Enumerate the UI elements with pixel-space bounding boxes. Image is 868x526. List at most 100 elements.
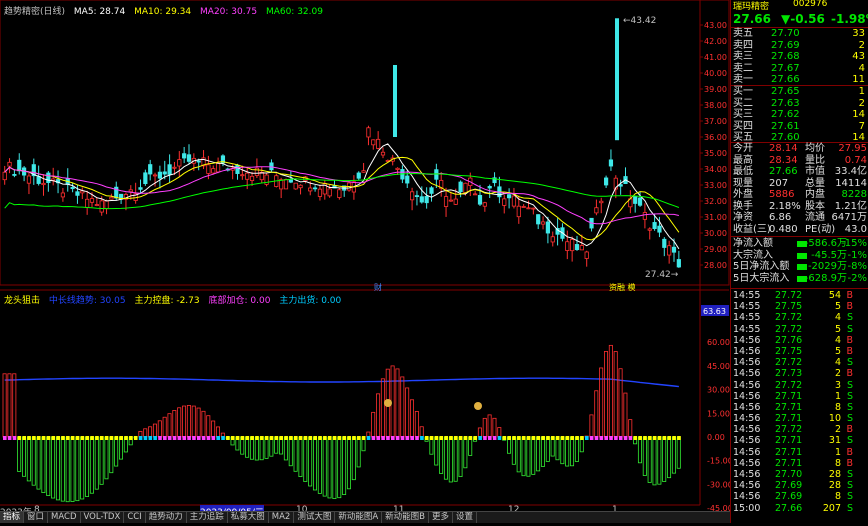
tick-row[interactable]: 14:56 27.75 5 B	[733, 346, 867, 357]
indicator-tab[interactable]: 窗口	[24, 512, 49, 523]
indicator-tab[interactable]: VOL-TDX	[81, 512, 125, 523]
stock-name: 瑞玛精密	[733, 2, 770, 12]
tick-volume: 8	[834, 491, 841, 503]
stats-row: 今开 28.14 均价 27.95	[733, 143, 867, 155]
tick-side: S	[846, 401, 853, 413]
tick-row[interactable]: 14:56 27.72 4 S	[733, 357, 867, 368]
indicator-tab[interactable]: 主力追踪	[187, 512, 228, 523]
stats-table: 今开 28.14 均价 27.95 最高 28.34 量比 0.74 最低 27.66 市值 33.4…	[733, 143, 867, 235]
tick-time: 14:56	[733, 401, 761, 413]
ma5-label: MA5: 28.74	[73, 7, 126, 17]
book-price: 27.63	[771, 97, 800, 109]
asks-row[interactable]: 卖四 27.69 2	[733, 40, 867, 52]
tick-volume: 8	[834, 401, 841, 413]
candle-body	[162, 171, 167, 175]
indicator-tab-bar[interactable]: 指标 窗口 MACD VOL-TDX CCI 趋势动力 主力追踪 私募大图 MA2 测试大图 新动能…	[0, 511, 730, 523]
stat-label: 总量	[805, 177, 825, 189]
ma10-label: MA10: 29.34	[134, 7, 192, 17]
ma20-label: MA20: 30.75	[200, 7, 258, 17]
chart-canvas[interactable]: 43.00 42.00 41.00 40.00 39.00 38.00 37.00 36.00…	[0, 0, 733, 523]
candle-body	[94, 204, 99, 206]
indicator-tab[interactable]: MA2	[269, 512, 295, 523]
candle-body	[405, 175, 410, 184]
tick-row[interactable]: 14:56 27.76 4 B	[733, 335, 867, 346]
indicator-tab[interactable]: 测试大图	[294, 512, 336, 523]
tick-row[interactable]: 14:55 27.72 4 S	[733, 312, 867, 323]
price-tick-label: 37.00	[704, 117, 727, 126]
candle-body	[536, 214, 541, 225]
price-tick-label: 42.00	[704, 37, 727, 46]
asks-row[interactable]: 卖三 27.68 43	[733, 51, 867, 63]
asks-row[interactable]: 卖二 27.67 4	[733, 63, 867, 75]
tick-side: S	[846, 413, 853, 425]
tick-time: 15:00	[733, 502, 761, 514]
indicator-tab[interactable]: 趋势动力	[146, 512, 187, 523]
stats-row: 净资 6.86 流通 6471万	[733, 212, 867, 224]
indicator-tab[interactable]: CCI	[124, 512, 146, 523]
tick-row[interactable]: 14:56 27.69 28 S	[733, 480, 867, 491]
tick-row[interactable]: 15:00 27.66 207 S	[733, 503, 867, 514]
stat-label: 流通	[805, 212, 825, 223]
asks-row[interactable]: 卖五 27.70 33	[733, 28, 867, 40]
candle-body	[128, 189, 133, 193]
indicator-trend-label: 中长线趋势: 30.05	[48, 296, 126, 306]
candle-body	[196, 160, 201, 163]
tick-row[interactable]: 14:56 27.71 10 S	[733, 413, 867, 424]
candle-body	[526, 207, 531, 210]
indicator-tab[interactable]: 更多	[429, 512, 454, 523]
high-annotation: ←43.42	[623, 16, 656, 26]
tick-row[interactable]: 14:55 27.72 5 S	[733, 324, 867, 335]
flow-label: 5日大宗流入	[733, 272, 790, 284]
candle-body	[463, 182, 468, 194]
tick-row[interactable]: 14:56 27.72 3 S	[733, 380, 867, 391]
tick-row[interactable]: 14:56 27.72 2 B	[733, 424, 867, 435]
bids-row[interactable]: 买三 27.62 14	[733, 109, 867, 121]
finance-tag[interactable]: 财	[374, 282, 382, 292]
kline-chart-area[interactable]: 43.00 42.00 41.00 40.00 39.00 38.00 37.00 36.00…	[0, 0, 733, 523]
candle-body	[443, 196, 449, 207]
indicator-name[interactable]: 龙头狙击	[4, 296, 40, 306]
tick-row[interactable]: 14:55 27.72 54 B	[733, 290, 867, 301]
bids-row[interactable]: 买一 27.65 1	[733, 86, 867, 98]
candle-body	[565, 241, 570, 251]
tick-row[interactable]: 14:56 27.71 8 B	[733, 458, 867, 469]
tick-side: B	[846, 301, 853, 313]
tick-row[interactable]: 14:56 27.71 1 B	[733, 447, 867, 458]
tick-list[interactable]: 14:55 27.72 54 B 14:55 27.75 5 B 14:55 27.72 4 S 14:…	[733, 290, 867, 514]
indicator-tab[interactable]: 私募大图	[228, 512, 269, 523]
tick-price: 27.69	[775, 480, 803, 492]
tick-row[interactable]: 14:56 27.71 1 S	[733, 391, 867, 402]
book-volume: 1	[858, 86, 865, 97]
money-bag-icon	[384, 399, 392, 407]
margin-tag[interactable]: 资融 模	[609, 282, 636, 292]
tick-price: 27.75	[775, 345, 803, 357]
indicator-tab[interactable]: 设置	[453, 512, 478, 523]
indicator-tab[interactable]: MACD	[48, 512, 81, 523]
stat-label: 最高	[733, 154, 753, 166]
candle-body	[662, 238, 667, 248]
asks-row[interactable]: 卖一 27.66 11	[733, 74, 867, 86]
tick-row[interactable]: 14:55 27.75 5 B	[733, 301, 867, 312]
indicator-tab[interactable]: 新动能图A	[335, 512, 383, 523]
indicator-tab[interactable]: 新动能图B	[382, 512, 429, 523]
tick-row[interactable]: 14:56 27.69 8 S	[733, 491, 867, 502]
tick-row[interactable]: 14:56 27.70 28 S	[733, 469, 867, 480]
price-tick-label: 28.00	[704, 261, 727, 270]
bids-row[interactable]: 买二 27.63 2	[733, 98, 867, 110]
book-price: 27.67	[771, 62, 800, 74]
candle-body	[182, 153, 187, 159]
tick-side: B	[846, 334, 853, 346]
candle-body	[172, 166, 177, 169]
price-tick-label: 41.00	[704, 53, 727, 62]
tick-row[interactable]: 14:56 27.71 31 S	[733, 435, 867, 446]
flow-row: 5日大宗流入 -628.9万 -2%	[733, 273, 867, 285]
indicator-tab[interactable]: 指标	[0, 512, 25, 523]
tick-volume: 28	[828, 469, 841, 480]
bids-row[interactable]: 买四 27.61 7	[733, 121, 867, 133]
candlestick-series[interactable]	[2, 125, 681, 268]
tick-row[interactable]: 14:56 27.73 2 B	[733, 368, 867, 379]
tick-time: 14:56	[733, 390, 761, 402]
tick-row[interactable]: 14:56 27.71 8 S	[733, 402, 867, 413]
book-volume: 43	[852, 51, 865, 62]
candle-body	[424, 196, 429, 204]
